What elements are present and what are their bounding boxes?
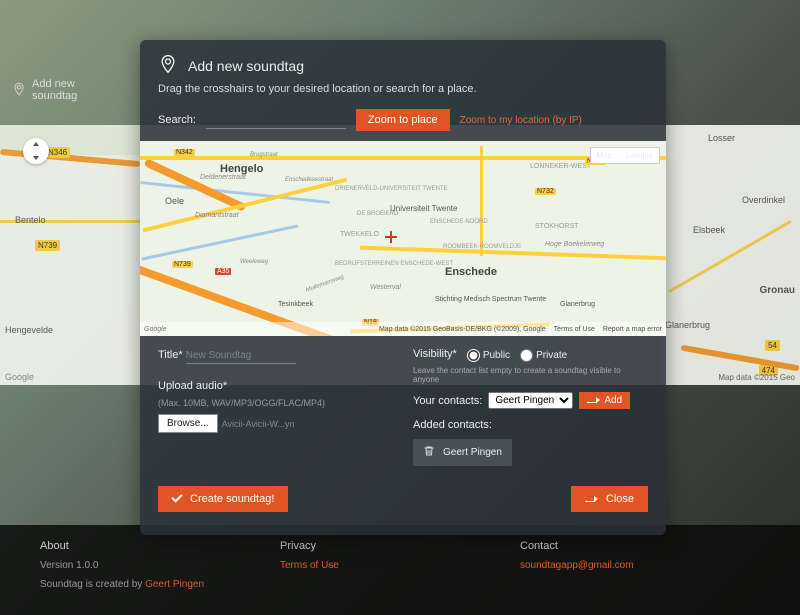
map-place-roombeek: ROOMBEEK-ROOMVELDJE [443,244,521,250]
map-place-weele: Weeleweg [240,259,268,265]
map-place-ensched: Enschedesestraat [285,177,333,183]
check-icon [172,493,182,505]
bg-place-bentelo: Bentelo [15,215,46,225]
map-place-oele: Oele [165,196,184,206]
visibility-private-radio[interactable] [520,349,533,362]
map-place-spectrum: Stichting Medisch Spectrum Twente [435,296,546,303]
visibility-public-option[interactable]: Public [467,349,510,362]
title-label: Title* [158,349,183,361]
visibility-public-radio[interactable] [467,349,480,362]
map-type-satellite[interactable]: Satellite [619,148,659,163]
zoom-to-place-button[interactable]: Zoom to place [356,109,450,131]
map-place-glanerbrug: Glanerbrug [560,301,595,308]
added-contact-pill: Geert Pingen [413,439,512,466]
map-place-tesink: Tesinkbeek [278,301,313,308]
trash-icon[interactable] [423,445,435,460]
map-type-map[interactable]: Map [591,148,619,163]
close-button[interactable]: Close [571,486,648,512]
visibility-label: Visibility* [413,348,457,360]
pin-icon [158,54,178,77]
footer-created-text: Soundtag is created by [40,579,145,590]
map-place-broederen: DE BROEIERD [357,211,398,217]
bg-place-elsbeek: Elsbeek [693,225,725,235]
visibility-public-label: Public [483,350,510,361]
add-contact-button[interactable]: Add [579,392,630,409]
visibility-private-option[interactable]: Private [520,349,567,362]
bg-add-soundtag-label: Add new soundtag [32,78,123,102]
map-attribution: Map data ©2015 GeoBasis-DE/BKG (©2009), … [379,326,546,333]
visibility-note: Leave the contact list empty to create a… [413,366,648,384]
map-badge-n739: N739 [172,261,193,268]
map-place-bedrijf: BEDRIJFSTERREINEN ENSCHEDE-WEST [335,261,453,267]
bg-map-attrib: Map data ©2015 Geo [718,373,795,382]
title-input[interactable] [186,348,296,364]
selected-filename: Avicii-Avicii-W...yn [222,419,295,429]
bg-place-losser: Losser [708,133,735,143]
arrow-right-icon [585,493,598,505]
map-badge-a35: A35 [215,268,231,275]
modal-map[interactable]: Hengelo Enschede Oele TWEKKELO Universit… [140,141,666,336]
footer-privacy-heading: Privacy [280,540,520,552]
arrow-right-icon [587,395,600,406]
map-place-enschede: Enschede [445,266,497,278]
bg-badge-54: 54 [765,340,780,351]
map-place-enschede-noord: ENSCHEDE-NOORD [430,219,488,225]
pin-icon [12,82,26,99]
search-input[interactable] [206,111,346,129]
browse-button[interactable]: Browse... [158,414,218,433]
added-contact-name: Geert Pingen [443,447,502,458]
close-label: Close [606,493,634,505]
map-place-stokhorst: STOKHORST [535,223,578,230]
upload-hint: (Max. 10MB, WAV/MP3/OGG/FLAC/MP4) [158,398,393,408]
bg-place-overdinkel: Overdinkel [742,195,785,205]
upload-label: Upload audio* [158,380,227,392]
map-place-mollen: Mollemansweg [305,274,345,293]
footer-creator-link[interactable]: Geert Pingen [145,579,204,590]
contacts-select[interactable]: Geert Pingen [488,392,573,409]
add-contact-label: Add [604,395,622,406]
footer-about-heading: About [40,540,280,552]
zoom-to-ip-link[interactable]: Zoom to my location (by IP) [460,115,582,126]
map-place-diamant: Diamantstraat [195,212,239,219]
create-soundtag-button[interactable]: Create soundtag! [158,486,288,512]
modal-subtitle: Drag the crosshairs to your desired loca… [140,83,666,105]
bg-map-pan-control[interactable] [23,138,49,164]
map-place-drieneveld: DRIENERVELD-UNIVERSITEIT TWENTE [335,186,448,192]
add-soundtag-modal: Add new soundtag Drag the crosshairs to … [140,40,666,535]
map-terms-link[interactable]: Terms of Use [554,326,595,333]
footer-terms-link[interactable]: Terms of Use [280,560,339,571]
bg-place-glanerbrug: Glanerbrug [665,320,710,330]
map-crosshair-icon[interactable] [385,231,397,243]
added-contacts-label: Added contacts: [413,419,492,431]
bg-google-logo: Google [5,372,34,382]
map-badge-n342: N342 [174,149,195,156]
map-google-logo: Google [144,326,167,333]
map-place-hoge: Hoge Boekelerweg [545,241,604,248]
modal-title: Add new soundtag [188,58,304,74]
map-place-lonneker: LONNEKER-WEST [530,163,591,170]
visibility-private-label: Private [536,350,567,361]
map-report-link[interactable]: Report a map error [603,326,662,333]
footer-version: Version 1.0.0 [40,560,280,571]
footer: About Version 1.0.0 Soundtag is created … [0,525,800,615]
map-badge-n732: N732 [535,188,556,195]
bg-add-soundtag-row[interactable]: Add new soundtag [12,78,123,102]
bg-place-hengevelde: Hengevelde [5,325,53,335]
footer-email-link[interactable]: soundtagapp@gmail.com [520,560,634,571]
search-label: Search: [158,114,196,126]
map-place-delden: Deldenerstraat [200,174,246,181]
map-type-toggle: Map Satellite [590,147,660,164]
map-place-brug: Brugstraat [250,152,278,158]
bg-badge-n739: N739 [35,240,60,251]
map-place-universiteit: Universiteit Twente [390,204,457,213]
footer-contact-heading: Contact [520,540,760,552]
map-place-twekkelo: TWEKKELO [340,231,379,238]
bg-place-gronau: Gronau [759,285,795,296]
contacts-label: Your contacts: [413,395,482,407]
create-soundtag-label: Create soundtag! [190,493,274,505]
map-place-westerval: Westerval [370,284,401,291]
bg-sidepanel: Add new soundtag [0,60,135,120]
